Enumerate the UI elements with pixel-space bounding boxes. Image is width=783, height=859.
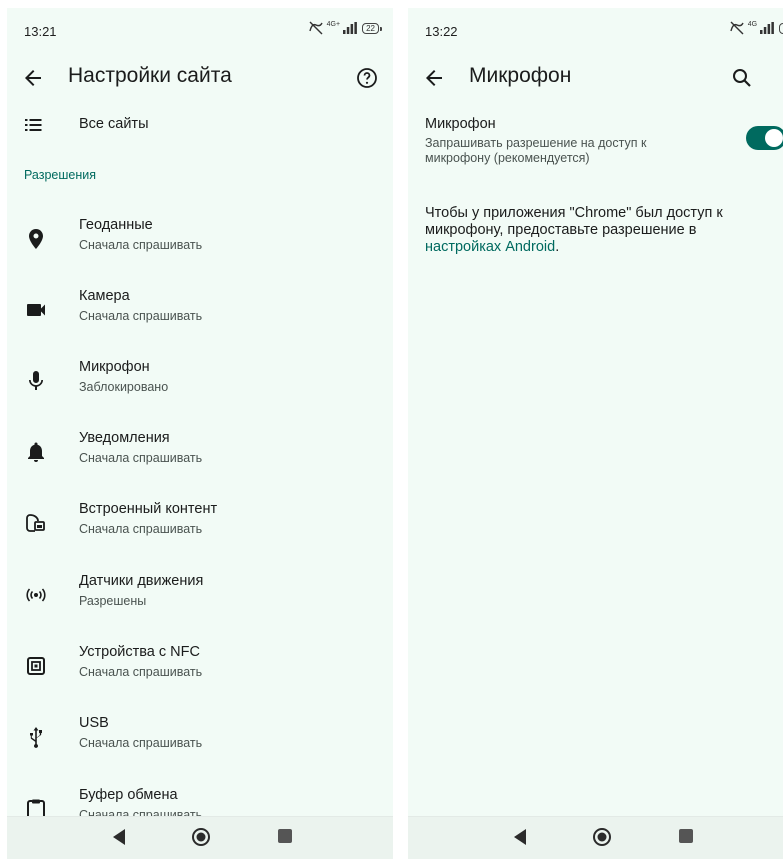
page-title: Настройки сайта	[68, 64, 232, 87]
app-bar: Настройки сайта	[7, 52, 393, 104]
permission-title: Микрофон	[79, 359, 150, 375]
all-sites-label: Все сайты	[79, 116, 149, 132]
status-icons: 4G 22	[729, 21, 783, 35]
permission-title: USB	[79, 715, 109, 731]
app-bar: Микрофон	[408, 52, 783, 104]
search-icon[interactable]	[730, 66, 754, 90]
permission-title: Уведомления	[79, 430, 170, 446]
back-arrow-icon[interactable]	[21, 66, 45, 90]
toggle-knob	[765, 129, 783, 147]
nav-back-icon[interactable]	[111, 828, 127, 846]
android-settings-link[interactable]: настройках Android	[425, 239, 555, 255]
nav-home-icon[interactable]	[191, 827, 211, 847]
help-icon[interactable]	[355, 66, 379, 90]
permission-item-embedded-content[interactable]: Встроенный контент Сначала спрашивать	[7, 491, 393, 555]
permission-item-microphone[interactable]: Микрофон Заблокировано	[7, 349, 393, 413]
nav-recents-icon[interactable]	[679, 829, 693, 843]
permissions-section-header: Разрешения	[24, 168, 97, 182]
permission-status: Заблокировано	[79, 380, 169, 394]
camera-icon	[24, 298, 48, 322]
site-settings-screen: 13:21 4G+ 22 Настройки сайта Все сайты Р…	[7, 8, 393, 859]
bell-icon	[24, 440, 48, 464]
status-time: 13:22	[425, 24, 458, 39]
battery-icon: 22	[779, 22, 783, 34]
microphone-permission-setting[interactable]: Микрофон Запрашивать разрешение на досту…	[425, 116, 783, 166]
nav-home-icon[interactable]	[592, 827, 612, 847]
permission-item-notifications[interactable]: Уведомления Сначала спрашивать	[7, 420, 393, 484]
permission-status: Сначала спрашивать	[79, 309, 203, 323]
permission-title: Буфер обмена	[79, 787, 178, 803]
status-bar: 13:22 4G 22	[408, 8, 783, 52]
permission-item-location[interactable]: Геоданные Сначала спрашивать	[7, 207, 393, 271]
permission-item-usb[interactable]: USB Сначала спрашивать	[7, 705, 393, 769]
android-permission-info: Чтобы у приложения "Chrome" был доступ к…	[425, 205, 765, 256]
permission-item-nfc[interactable]: Устройства с NFC Сначала спрашивать	[7, 634, 393, 698]
system-navigation-bar	[408, 816, 783, 859]
network-type: 4G+	[326, 20, 341, 28]
location-pin-icon	[24, 227, 48, 251]
status-time: 13:21	[24, 24, 57, 39]
permission-status: Сначала спрашивать	[79, 522, 203, 536]
back-arrow-icon[interactable]	[422, 66, 446, 90]
nav-recents-icon[interactable]	[278, 829, 292, 843]
embedded-content-icon	[24, 511, 48, 535]
permission-status: Сначала спрашивать	[79, 451, 203, 465]
permission-status: Сначала спрашивать	[79, 736, 203, 750]
system-navigation-bar	[7, 816, 393, 859]
network-type: 4G	[747, 20, 758, 28]
permission-status: Сначала спрашивать	[79, 665, 203, 679]
permission-status: Разрешены	[79, 594, 147, 608]
status-bar: 13:21 4G+ 22	[7, 8, 393, 52]
permission-title: Устройства с NFC	[79, 644, 200, 660]
nav-back-icon[interactable]	[512, 828, 528, 846]
motion-sensor-icon	[24, 583, 48, 607]
permission-status: Сначала спрашивать	[79, 238, 203, 252]
battery-icon: 22	[362, 22, 382, 34]
no-sound-icon	[308, 21, 323, 35]
nfc-icon	[24, 654, 48, 678]
status-icons: 4G+ 22	[308, 20, 382, 35]
signal-icon	[760, 22, 774, 34]
microphone-icon	[24, 369, 48, 393]
signal-icon	[343, 22, 357, 34]
usb-icon	[24, 725, 48, 749]
permission-title: Камера	[79, 288, 130, 304]
permission-title: Датчики движения	[79, 573, 204, 589]
permission-title: Встроенный контент	[79, 501, 218, 517]
setting-title: Микрофон	[425, 116, 496, 132]
all-sites-item[interactable]: Все сайты	[7, 108, 393, 142]
setting-description: Запрашивать разрешение на доступ к микро…	[425, 136, 647, 165]
info-end: .	[555, 239, 560, 255]
permission-item-camera[interactable]: Камера Сначала спрашивать	[7, 278, 393, 342]
permission-title: Геоданные	[79, 217, 153, 233]
info-text: Чтобы у приложения "Chrome" был доступ к…	[425, 205, 723, 238]
page-title: Микрофон	[469, 64, 572, 87]
microphone-settings-screen: 13:22 4G 22 Микрофон Микрофон Запрашиват…	[408, 8, 783, 859]
list-icon	[25, 119, 42, 131]
microphone-toggle[interactable]	[746, 126, 783, 150]
no-sound-icon	[730, 21, 744, 35]
permission-item-motion-sensors[interactable]: Датчики движения Разрешены	[7, 563, 393, 627]
